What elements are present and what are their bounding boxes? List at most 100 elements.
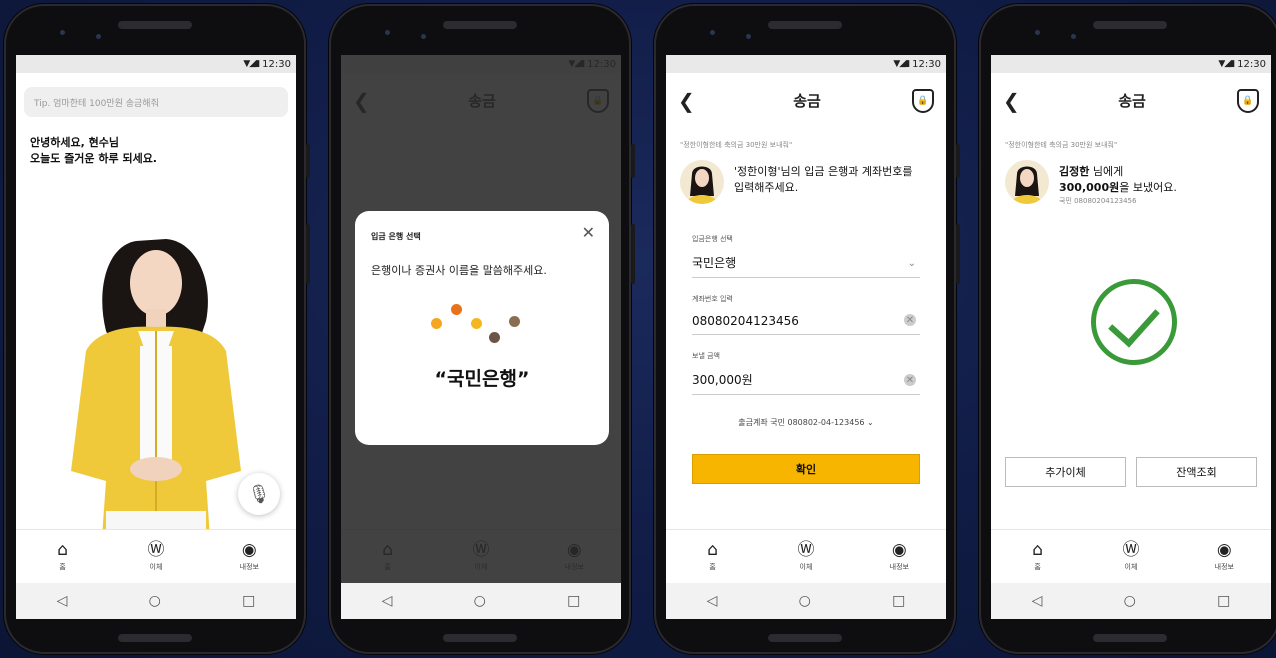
speaker (443, 21, 517, 29)
status-bar: ▼◢▮ 12:30 (16, 55, 296, 73)
bank-select-dialog: 입금 은행 선택 ✕ 은행이나 증권사 이름을 말씀해주세요. “국민은행” (355, 211, 609, 445)
greeting: 안녕하세요, 현수님 오늘도 즐거운 하루 되세요. (30, 135, 296, 167)
tab-profile[interactable]: ◉ 내정보 (869, 541, 929, 572)
chevron-down-icon: ⌄ (907, 258, 916, 269)
account-number-field[interactable]: 계좌번호 입력 08080204123456 ✕ (692, 294, 920, 335)
dialog-title: 입금 은행 선택 (371, 232, 421, 241)
header: ❮ 송금 🔒 (991, 73, 1271, 128)
field-value: 08080204123456 (692, 314, 799, 328)
tab-transfer[interactable]: Ⓦ 이체 (1101, 539, 1161, 572)
home-icon: ⌂ (707, 539, 719, 560)
screen-transfer-form: ▼◢▮ 12:30 ❮ 송금 🔒 "정한이형한테 축의금 30만원 보내줘" '… (666, 55, 946, 619)
clock: 12:30 (1237, 58, 1266, 70)
shield-lock-icon[interactable]: 🔒 (1236, 88, 1259, 113)
bottom-tab-bar: ⌂홈 Ⓦ이체 ◉내정보 (991, 529, 1271, 583)
recognized-speech: “국민은행” (434, 368, 530, 390)
voice-tip-input[interactable]: Tip. 엄마한테 100만원 송금해줘 (24, 87, 288, 117)
ai-assistant-avatar (71, 239, 241, 561)
recipient-line: 김정한 님에게 (1059, 164, 1177, 180)
balance-inquiry-button[interactable]: 잔액조회 (1136, 457, 1257, 487)
transfer-result-message: 김정한 님에게 300,000원을 보냈어요. 국민 0808020412345… (1005, 160, 1271, 206)
camera (385, 30, 390, 35)
phone-frame-3: ▼◢▮ 12:30 ❮ 송금 🔒 "정한이형한테 축의금 30만원 보내줘" '… (654, 4, 960, 654)
speaker (1093, 21, 1167, 29)
clock: 12:30 (912, 58, 941, 70)
w-transfer-icon: Ⓦ (147, 539, 165, 560)
camera (60, 30, 65, 35)
bank-select-field[interactable]: 입금은행 선택 국민은행 ⌄ (692, 234, 920, 278)
nav-home-button[interactable]: ○ (149, 593, 161, 609)
screen-home: ▼◢▮ 12:30 Tip. 엄마한테 100만원 송금해줘 안녕하세요, 현수… (16, 55, 296, 619)
android-nav-bar: ◁ ○ □ (666, 583, 946, 619)
listening-dot (451, 304, 462, 315)
phone-frame-2: ▼◢▮ 12:30 ❮ 송금 🔒 ⌂홈 Ⓦ이체 ◉내정보 ◁ ○ □ 입금 은행… (329, 4, 635, 654)
back-icon[interactable]: ❮ (678, 89, 702, 113)
tab-profile[interactable]: ◉ 내정보 (219, 541, 279, 572)
voice-listening-indicator (371, 298, 593, 358)
recipient-account: 국민 08080204123456 (1059, 197, 1137, 205)
microphone-button[interactable]: 🎙 (238, 473, 280, 515)
nav-back-button[interactable]: ◁ (707, 593, 718, 609)
w-transfer-icon: Ⓦ (1122, 539, 1140, 560)
bottom-speaker (118, 634, 192, 642)
field-value: 300,000원 (692, 373, 753, 387)
greeting-line-1: 안녕하세요, 현수님 (30, 136, 119, 149)
nav-recent-button[interactable]: □ (567, 593, 580, 609)
listening-dot (431, 318, 442, 329)
tab-label: 홈 (1034, 562, 1041, 571)
nav-recent-button[interactable]: □ (892, 593, 905, 609)
assistant-text-line-2: 입력해주세요. (734, 181, 799, 194)
assistant-text: '정한이형'님의 입금 은행과 계좌번호를 입력해주세요. (734, 164, 912, 196)
tab-transfer[interactable]: Ⓦ 이체 (126, 539, 186, 572)
withdraw-account-select[interactable]: 출금계좌 국민 080802-04-123456 ⌄ (666, 417, 946, 428)
nav-recent-button[interactable]: □ (242, 593, 255, 609)
amount-field[interactable]: 보낼 금액 300,000원 ✕ (692, 351, 920, 395)
phone-frame-4: ▼◢▮ 12:30 ❮ 송금 🔒 "정한이형한테 축의금 30만원 보내줘" 김… (979, 4, 1276, 654)
volume-button (956, 144, 960, 178)
screen-transfer-complete: ▼◢▮ 12:30 ❮ 송금 🔒 "정한이형한테 축의금 30만원 보내줘" 김… (991, 55, 1271, 619)
recipient-suffix: 님에게 (1089, 165, 1124, 178)
nav-back-button[interactable]: ◁ (1032, 593, 1043, 609)
home-icon: ⌂ (57, 539, 69, 560)
tab-profile[interactable]: ◉ 내정보 (1194, 541, 1254, 572)
clock: 12:30 (262, 58, 291, 70)
power-button (306, 224, 310, 284)
home-icon: ⌂ (1032, 539, 1044, 560)
additional-transfer-button[interactable]: 추가이체 (1005, 457, 1126, 487)
microphone-icon: 🎙 (247, 483, 271, 505)
bottom-speaker (768, 634, 842, 642)
sensor (1071, 34, 1076, 39)
back-icon[interactable]: ❮ (1003, 89, 1027, 113)
nav-recent-button[interactable]: □ (1217, 593, 1230, 609)
clear-icon[interactable]: ✕ (904, 314, 916, 326)
close-icon[interactable]: ✕ (582, 223, 595, 242)
nav-home-button[interactable]: ○ (799, 593, 811, 609)
tab-label: 내정보 (1214, 562, 1234, 571)
result-text: 김정한 님에게 300,000원을 보냈어요. 국민 0808020412345… (1059, 164, 1177, 206)
camera (1035, 30, 1040, 35)
listening-dot (509, 316, 520, 327)
confirm-button[interactable]: 확인 (692, 454, 920, 484)
assistant-avatar (1005, 160, 1049, 204)
shield-lock-icon[interactable]: 🔒 (911, 88, 934, 113)
tab-transfer[interactable]: Ⓦ 이체 (776, 541, 836, 572)
nav-back-button[interactable]: ◁ (382, 593, 393, 609)
signal-icon: ▼◢▮ (243, 59, 260, 69)
tab-home[interactable]: ⌂홈 (1008, 539, 1068, 572)
nav-back-button[interactable]: ◁ (57, 593, 68, 609)
sensor (421, 34, 426, 39)
status-bar: ▼◢▮ 12:30 (991, 55, 1271, 73)
voice-command-hint: "정한이형한테 축의금 30만원 보내줘" (1005, 141, 1118, 149)
nav-home-button[interactable]: ○ (1124, 593, 1136, 609)
tab-label: 이체 (149, 562, 163, 571)
nav-home-button[interactable]: ○ (474, 593, 486, 609)
result-actions: 추가이체 잔액조회 (1005, 457, 1257, 487)
android-nav-bar: ◁ ○ □ (16, 583, 296, 619)
tab-home[interactable]: ⌂홈 (33, 539, 93, 572)
tab-label: 홈 (709, 562, 716, 571)
sensor (96, 34, 101, 39)
clear-icon[interactable]: ✕ (904, 374, 916, 386)
tab-home[interactable]: ⌂홈 (683, 539, 743, 572)
header: ❮ 송금 🔒 (666, 73, 946, 128)
phone-frame-1: ▼◢▮ 12:30 Tip. 엄마한테 100만원 송금해줘 안녕하세요, 현수… (4, 4, 310, 654)
